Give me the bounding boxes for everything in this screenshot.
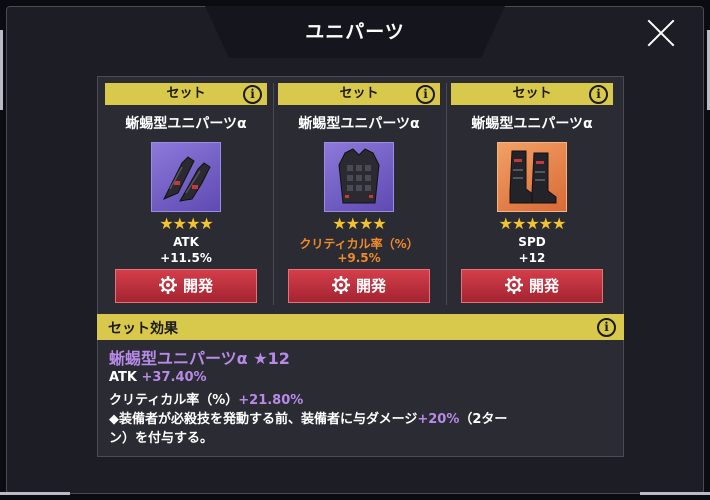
set-effect-description-line2: ン）を付与する。 (109, 431, 214, 446)
set-bonus-crit: クリティカル率（%）+21.80% (109, 389, 303, 408)
info-icon[interactable]: i (416, 85, 435, 104)
close-icon[interactable] (646, 18, 676, 48)
item-slot[interactable] (151, 142, 221, 212)
frame-accent-bottom-right (640, 492, 710, 495)
info-icon[interactable]: i (243, 85, 262, 104)
info-icon[interactable]: i (589, 85, 608, 104)
frame-accent-bottom-left (0, 492, 70, 495)
set-effect-description: ◆装備者が必殺技を発動する前、装備者に与ダメージ+20%（2ター (109, 408, 507, 427)
part-name: 蜥蜴型ユニパーツα (125, 116, 247, 132)
part-card-2: セット i 蜥蜴型ユニパーツα ★★★★ クリティカル率（%） +9.5% 開発 (278, 83, 440, 305)
part-card-3: セット i 蜥蜴型ユニパーツα ★★★★★ SPD +12 開発 (451, 83, 613, 305)
set-label-text: セット (339, 86, 379, 101)
set-bonus-atk: ATK +37.40% (109, 370, 207, 385)
info-icon[interactable]: i (597, 318, 616, 337)
set-label: セット i (278, 83, 440, 105)
gauntlets-icon (162, 156, 211, 202)
rarity-stars: ★★★★★ (498, 214, 567, 233)
stat-name: SPD (518, 235, 546, 249)
set-label: セット i (451, 83, 613, 105)
set-label: セット i (105, 83, 267, 105)
set-label-text: セット (166, 86, 206, 101)
set-effect-name: 蜥蜴型ユニパーツα ★12 (109, 349, 290, 368)
stat-value: +9.5% (337, 251, 381, 265)
bonus-label: クリティカル率（%） (109, 393, 239, 408)
rarity-stars: ★★★★ (159, 214, 213, 233)
bonus-value: +21.80% (238, 393, 304, 408)
develop-button[interactable]: 開発 (115, 269, 257, 303)
stat-name: クリティカル率（%） (299, 237, 419, 251)
bonus-value: +37.40% (141, 370, 207, 385)
develop-label: 開発 (182, 277, 213, 295)
desc-value: +20% (417, 412, 460, 427)
stat-value: +12 (518, 251, 546, 265)
desc-suffix: （2ター (459, 412, 508, 427)
stat-name: ATK (173, 235, 199, 249)
part-name: 蜥蜴型ユニパーツα (298, 116, 420, 132)
part-name: 蜥蜴型ユニパーツα (471, 116, 593, 132)
develop-label: 開発 (528, 277, 559, 295)
develop-button[interactable]: 開発 (461, 269, 603, 303)
develop-label: 開発 (355, 277, 386, 295)
gear-icon (331, 276, 350, 294)
desc-prefix: ◆装備者が必殺技を発動する前、装備者に与ダメージ (109, 412, 418, 427)
gear-icon (158, 276, 177, 294)
divider (446, 83, 447, 305)
gear-icon (504, 276, 523, 294)
armor-vest-icon (338, 148, 380, 204)
item-slot[interactable] (497, 142, 567, 212)
rarity-stars: ★★★★ (332, 214, 386, 233)
part-card-1: セット i 蜥蜴型ユニパーツα ★★★★ ATK +11.5% 開発 (105, 83, 267, 305)
boots-icon (509, 150, 557, 204)
develop-button[interactable]: 開発 (288, 269, 430, 303)
dialog-title: ユニパーツ (305, 21, 405, 43)
bonus-label: ATK (109, 370, 137, 385)
item-slot[interactable] (324, 142, 394, 212)
set-effect-header: セット効果 i (97, 314, 624, 340)
set-label-text: セット (512, 86, 552, 101)
divider (273, 83, 274, 305)
set-effect-title: セット効果 (108, 321, 178, 337)
stat-value: +11.5% (160, 251, 212, 265)
